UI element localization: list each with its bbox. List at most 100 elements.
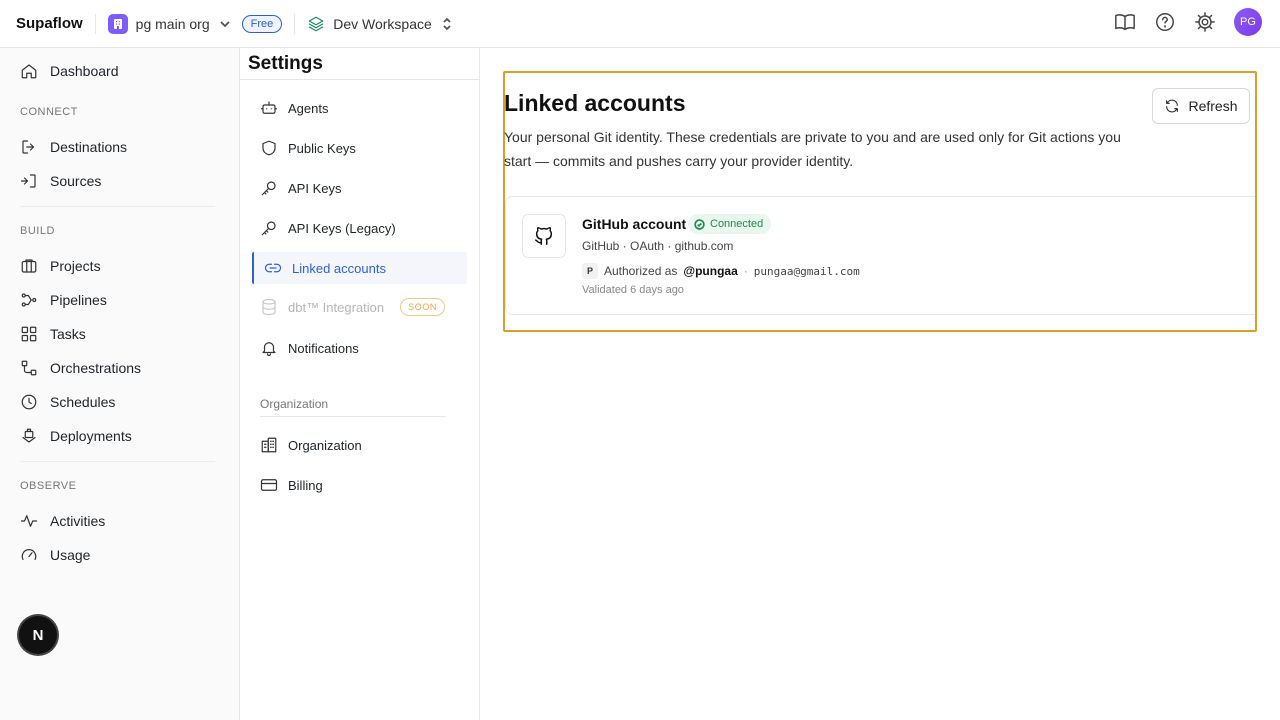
settings-item-billing[interactable]: Billing: [260, 476, 323, 494]
org-name: pg main org: [135, 15, 210, 32]
projects-icon: [20, 257, 38, 275]
check-circle-icon: [694, 218, 705, 230]
settings-item-label: Notifications: [288, 340, 359, 356]
refresh-button[interactable]: Refresh: [1152, 88, 1250, 124]
soon-badge: SOON: [400, 298, 446, 316]
refresh-icon: [1164, 98, 1180, 114]
section-label-connect: CONNECT: [20, 106, 78, 118]
settings-item-api-keys-legacy[interactable]: API Keys (Legacy): [260, 219, 396, 237]
authorization-row: P Authorized as @pungaa · pungaa@gmail.c…: [582, 263, 860, 279]
account-meta: GitHub · OAuth · github.com: [582, 239, 734, 253]
settings-item-label: Linked accounts: [292, 260, 386, 276]
section-label-observe: OBSERVE: [20, 480, 77, 492]
nav-label: Deployments: [50, 428, 132, 444]
settings-item-label: Organization: [288, 437, 362, 453]
settings-item-public-keys[interactable]: Public Keys: [260, 139, 356, 157]
divider: [294, 13, 296, 34]
settings-item-label: API Keys (Legacy): [288, 220, 396, 236]
key-icon: [260, 219, 278, 237]
floating-n-button[interactable]: N: [19, 616, 57, 654]
workspace-name: Dev Workspace: [333, 15, 432, 32]
divider: [20, 461, 215, 462]
nav-label: Tasks: [50, 326, 86, 342]
org-building-icon: [107, 13, 128, 34]
separator: ·: [743, 264, 748, 278]
home-icon: [20, 62, 38, 80]
nav-orchestrations[interactable]: Orchestrations: [20, 359, 141, 377]
authorized-prefix: Authorized as: [604, 264, 678, 278]
status-badge: Connected: [688, 214, 772, 234]
nav-schedules[interactable]: Schedules: [20, 393, 115, 411]
account-handle: @pungaa: [683, 264, 738, 278]
nav-deployments[interactable]: Deployments: [20, 427, 132, 445]
docs-book-icon[interactable]: [1114, 11, 1136, 33]
clock-icon: [20, 393, 38, 411]
divider: [20, 206, 215, 207]
linked-account-card: GitHub account Connected GitHub · OAuth …: [505, 196, 1255, 315]
database-icon: [260, 298, 278, 316]
settings-item-agents[interactable]: Agents: [260, 99, 328, 117]
plan-badge: Free: [241, 14, 283, 33]
nav-projects[interactable]: Projects: [20, 257, 101, 275]
nav-dashboard[interactable]: Dashboard: [20, 62, 119, 80]
settings-item-label: API Keys: [288, 180, 342, 196]
nav-label: Pipelines: [50, 292, 107, 308]
settings-item-label: Billing: [288, 477, 323, 493]
settings-item-dbt-integration: dbt™ Integration SOON: [260, 298, 446, 316]
nav-tasks[interactable]: Tasks: [20, 325, 86, 343]
gauge-icon: [20, 546, 38, 564]
help-icon[interactable]: [1154, 11, 1176, 33]
orchestrations-icon: [20, 359, 38, 377]
nav-label: Destinations: [50, 139, 128, 155]
settings-title: Settings: [248, 53, 323, 74]
tasks-icon: [20, 325, 38, 343]
key-icon: [260, 179, 278, 197]
nav-label: Activities: [50, 513, 106, 529]
nav-usage[interactable]: Usage: [20, 546, 90, 564]
deployments-icon: [20, 427, 38, 445]
user-avatar[interactable]: PG: [1234, 8, 1262, 36]
nav-activities[interactable]: Activities: [20, 512, 105, 530]
shield-icon: [260, 139, 278, 157]
chevron-up-down-icon: [440, 17, 454, 31]
settings-item-label: dbt™ Integration: [288, 299, 385, 315]
provider-logo: [522, 214, 566, 258]
destination-export-icon: [20, 138, 38, 156]
building-icon: [260, 436, 278, 454]
nav-destinations[interactable]: Destinations: [20, 138, 127, 156]
chevron-down-icon: [218, 17, 232, 31]
account-name: GitHub account: [582, 216, 687, 232]
org-switcher[interactable]: pg main org: [107, 13, 232, 34]
settings-item-organization[interactable]: Organization: [260, 436, 362, 454]
settings-item-label: Public Keys: [288, 140, 356, 156]
nav-label: Dashboard: [50, 63, 119, 79]
nav-pipelines[interactable]: Pipelines: [20, 291, 107, 309]
nav-label: Sources: [50, 173, 102, 189]
link-icon: [264, 259, 282, 277]
nav-label: Schedules: [50, 394, 116, 410]
source-import-icon: [20, 172, 38, 190]
section-label-build: BUILD: [20, 225, 55, 237]
bot-icon: [260, 99, 278, 117]
settings-item-linked-accounts[interactable]: Linked accounts: [252, 252, 467, 284]
page-description: Your personal Git identity. These creden…: [504, 129, 1121, 169]
divider: [260, 416, 446, 417]
settings-item-label: Agents: [288, 100, 329, 116]
brand-logo[interactable]: Supaflow: [16, 15, 83, 32]
workspace-switcher[interactable]: Dev Workspace: [307, 15, 454, 33]
nav-label: Usage: [50, 547, 91, 563]
nav-sources[interactable]: Sources: [20, 172, 101, 190]
page-title: Linked accounts: [504, 90, 686, 116]
github-icon: [533, 225, 555, 247]
divider: [240, 79, 480, 80]
settings-item-api-keys[interactable]: API Keys: [260, 179, 341, 197]
nav-label: Orchestrations: [50, 360, 142, 376]
bell-icon: [260, 339, 278, 357]
settings-gear-icon[interactable]: [1194, 11, 1216, 33]
activity-pulse-icon: [20, 512, 38, 530]
nav-label: Projects: [50, 258, 101, 274]
status-label: Connected: [710, 218, 764, 230]
pipelines-icon: [20, 291, 38, 309]
settings-item-notifications[interactable]: Notifications: [260, 339, 359, 357]
top-bar: Supaflow pg main org Free Dev Workspace …: [0, 0, 1280, 48]
